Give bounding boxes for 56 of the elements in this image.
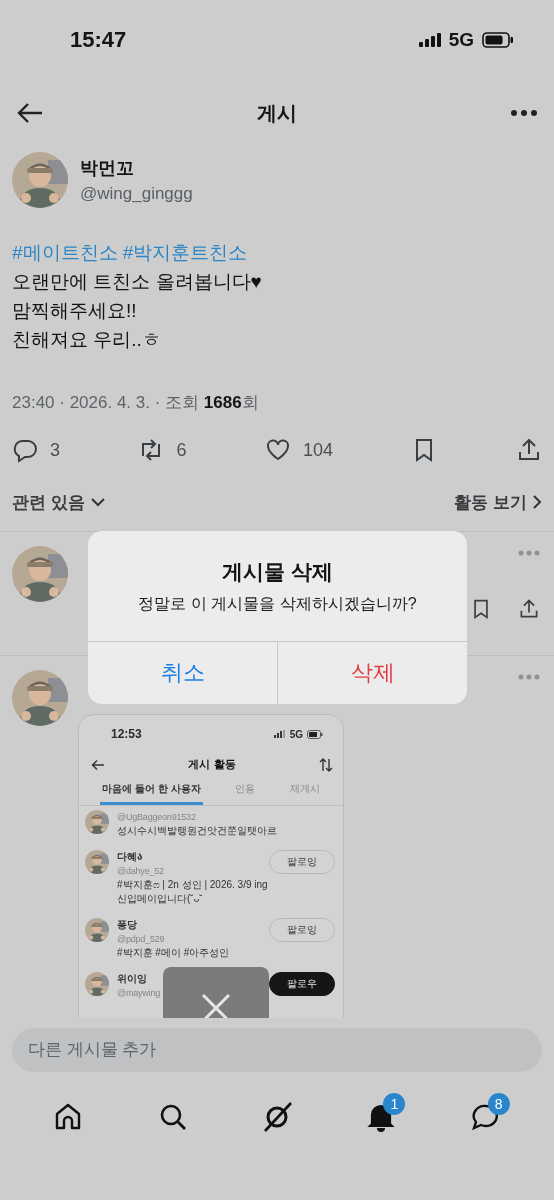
post-text: 맘찍해주세요!! [12,299,138,323]
network-label: 5G [448,29,474,51]
chevron-right-icon [533,495,542,509]
more-icon [518,550,540,556]
signal-icon [273,730,286,738]
user-bio: 신입메이입니다(˘ᴗ˘ [117,892,203,906]
chevron-down-icon [90,497,105,507]
tab[interactable]: 마음에 들어 한 사용자 [100,782,203,805]
battery-icon [307,729,323,739]
post-text: 오랜만에 트친소 올려봅니다♥ [12,270,263,294]
dialog-message: 정말로 이 게시물을 삭제하시겠습니까? [137,594,418,614]
user-handle: @pdpd_529 [117,933,165,946]
reply-input[interactable]: 다른 게시물 추가 [12,1028,542,1072]
more-icon [518,674,540,680]
signal-icon [418,33,441,47]
share-icon [518,598,540,620]
follow-button[interactable]: 팔로잉 [269,918,335,942]
network-label: 5G [289,728,303,740]
back-icon [91,758,105,771]
user-bio: 성시수시백발랭원건앗건쭌일탯아르 [117,824,277,838]
post-meta: 23:40 · 2026. 4. 3. · 조회 1686회 [12,392,260,414]
sort-icon [319,757,333,772]
back-icon [16,101,44,125]
cancel-button[interactable]: 취소 [88,642,277,704]
sort-dropdown[interactable]: 관련 있음 [12,490,105,514]
user-bio: #박지훈 #메이 #아주성인 [117,946,230,960]
author-handle: @wing_ginggg [80,184,193,204]
screen-title: 게시 활동 [188,757,236,772]
repost-button[interactable]: 6 [138,437,187,463]
count-badge: 8 [487,1093,510,1115]
activity-link[interactable]: 활동 보기 [454,490,542,514]
author-name: 박먼꼬 [80,157,135,180]
dialog-title: 게시물 삭제 [221,559,334,585]
count-badge: 1 [383,1093,406,1115]
user-name: 위이잉 [117,972,147,986]
battery-icon [482,32,514,48]
user-name: 퐁당 [117,918,137,932]
user-handle: @dahye_52 [117,865,164,878]
follow-button[interactable]: 팔로잉 [269,850,335,874]
delete-button[interactable]: 삭제 [277,642,467,704]
user-bio: #박지훈ෆ | 2n 성인 | 2026. 3/9 ing [117,878,268,892]
reply-icon [12,437,38,463]
user-handle: @maywing [117,987,161,1000]
follow-button[interactable]: 팔로우 [269,972,335,996]
more-button[interactable] [508,107,540,119]
user-name: 다혜ა [117,850,143,864]
more-icon [510,109,538,117]
reply-button[interactable]: 3 [12,437,60,463]
status-time: 15:47 [70,27,127,53]
status-time: 12:53 [111,727,142,741]
post-text: 친해져요 우리..ㅎ [12,328,162,352]
close-icon [201,993,231,1018]
heart-icon [264,437,291,463]
like-button[interactable]: 104 [264,437,333,463]
page-title: 게시 [257,100,297,126]
user-handle: @UgBaggeon91532 [117,811,196,824]
